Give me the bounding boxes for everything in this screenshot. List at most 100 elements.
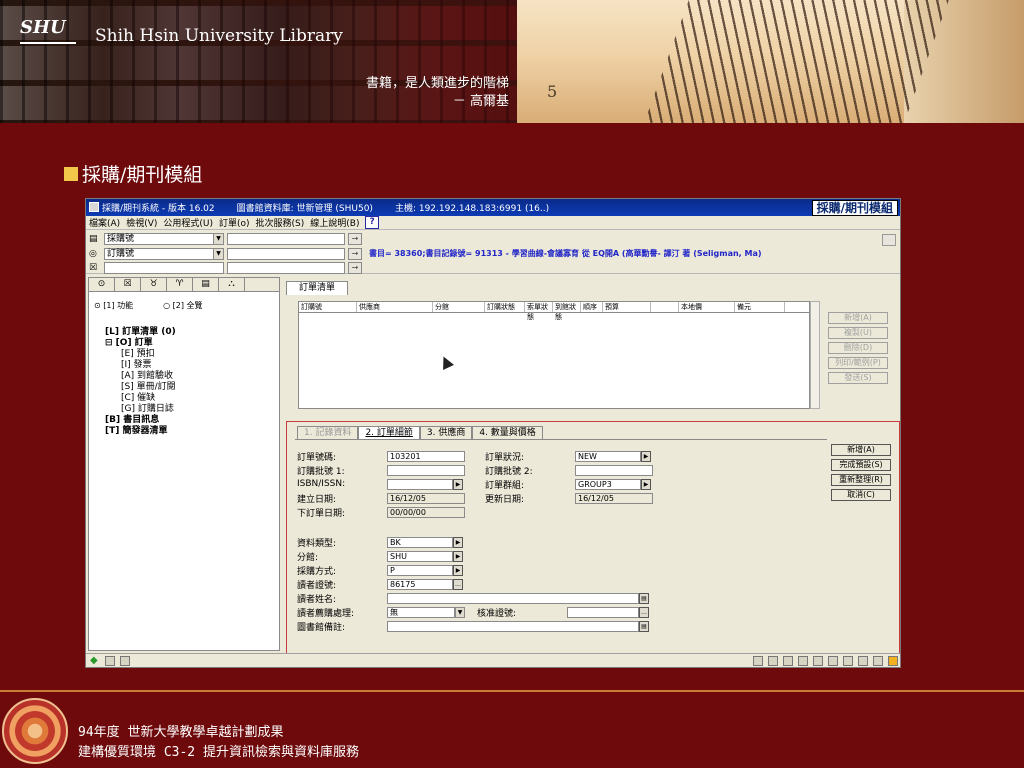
form-default-button[interactable]: 完成預設(S) — [831, 459, 891, 471]
tab-vendor[interactable]: 3. 供應商 — [419, 426, 473, 439]
play-icon[interactable]: ▶ — [453, 536, 463, 548]
column-header[interactable]: 供應商 — [357, 302, 433, 312]
menu-file[interactable]: 檔案(A) — [89, 216, 120, 229]
batch2-input[interactable] — [575, 464, 653, 476]
play-icon[interactable]: ▶ — [453, 550, 463, 562]
chevron-down-icon[interactable]: ▼ — [455, 606, 465, 618]
nav-tab-6[interactable]: ⛬ — [219, 278, 245, 291]
tree-item[interactable]: [C] 催缺 — [105, 393, 279, 404]
list-send-button[interactable]: 發送(S) — [828, 372, 888, 384]
nav-tab-5[interactable]: ▤ — [193, 278, 219, 291]
column-header[interactable]: 預算 — [603, 302, 651, 312]
material-input[interactable]: BK — [387, 536, 453, 548]
menu-view[interactable]: 檢視(V) — [126, 216, 157, 229]
nav-tab-3[interactable]: ♉ — [141, 278, 167, 291]
notes-icon[interactable]: ▤ — [639, 592, 649, 604]
list-scrollbar[interactable] — [810, 301, 820, 409]
search-input-3[interactable] — [104, 262, 224, 274]
menu-help[interactable]: 線上說明(B) — [310, 216, 359, 229]
play-icon[interactable]: ▶ — [453, 564, 463, 576]
list-print-button[interactable]: 列印/範例(P) — [828, 357, 888, 369]
tree-item[interactable]: [B] 書目訊息 — [105, 415, 279, 426]
column-header[interactable] — [651, 302, 679, 312]
toolbar-icon[interactable] — [798, 656, 808, 666]
radio-overview[interactable]: ○ [2] 全覽 — [163, 300, 202, 311]
play-icon[interactable]: ▶ — [641, 478, 651, 490]
menu-batch[interactable]: 批次服務(S) — [256, 216, 305, 229]
status-icon[interactable] — [105, 656, 115, 666]
method-input[interactable]: P — [387, 564, 453, 576]
chevron-down-icon[interactable]: ▼ — [213, 249, 223, 259]
printer-icon[interactable] — [873, 656, 883, 666]
column-header[interactable]: 訂購號 — [299, 302, 357, 312]
status-input[interactable]: NEW — [575, 450, 641, 462]
list-copy-button[interactable]: 複製(U) — [828, 327, 888, 339]
toolbar-icon[interactable] — [753, 656, 763, 666]
toolbar-icon[interactable] — [843, 656, 853, 666]
nav-tab-2[interactable]: ☒ — [115, 278, 141, 291]
search-input-2[interactable] — [227, 248, 345, 260]
nav-tab-1[interactable]: ⊙ — [89, 278, 115, 291]
nav-tab-4[interactable]: ♈ — [167, 278, 193, 291]
isbn-input[interactable] — [387, 478, 453, 490]
menu-utilities[interactable]: 公用程式(U) — [163, 216, 213, 229]
group-input[interactable]: GROUP3 — [575, 478, 641, 490]
toolbar-icon[interactable] — [858, 656, 868, 666]
column-header[interactable]: 備元 — [735, 302, 785, 312]
go-button-1[interactable]: → — [348, 233, 362, 245]
tree-item[interactable]: ⊟ [O] 訂單 — [105, 338, 279, 349]
list-delete-button[interactable]: 刪除(D) — [828, 342, 888, 354]
tree-item[interactable]: [I] 發票 — [105, 360, 279, 371]
play-icon[interactable]: ▶ — [453, 478, 463, 490]
search-input-4[interactable] — [227, 262, 345, 274]
toolbar-icon[interactable] — [828, 656, 838, 666]
library-note-input[interactable] — [387, 620, 639, 632]
branch-input[interactable]: SHU — [387, 550, 453, 562]
chevron-down-icon[interactable]: ▼ — [213, 234, 223, 244]
tree-item[interactable]: [E] 預扣 — [105, 349, 279, 360]
order-no-input[interactable]: 103201 — [387, 450, 465, 462]
column-header[interactable]: 索單狀態 — [525, 302, 553, 321]
form-cancel-button[interactable]: 取消(C) — [831, 489, 891, 501]
window-option-button[interactable] — [882, 234, 896, 246]
close-icon[interactable] — [888, 656, 898, 666]
column-header[interactable]: 順序 — [581, 302, 603, 312]
tab-order-list[interactable]: 訂單清單 — [286, 281, 349, 295]
patron-input[interactable]: 86175 — [387, 578, 453, 590]
list-add-button[interactable]: 新增(A) — [828, 312, 888, 324]
toolbar-icon[interactable] — [813, 656, 823, 666]
play-icon[interactable]: ▶ — [641, 450, 651, 462]
tree-item[interactable]: [T] 簡發器清單 — [105, 426, 279, 437]
column-header[interactable]: 本地價 — [679, 302, 735, 312]
tree-item[interactable]: [L] 訂單清單 (0) — [105, 327, 279, 338]
tree-item[interactable]: [S] 單冊/訂閱 — [105, 382, 279, 393]
search-combo-1[interactable]: 採購號 ▼ — [104, 233, 224, 245]
tab-quantity-price[interactable]: 4. 數量與價格 — [472, 426, 543, 439]
tab-record-data[interactable]: 1. 記錄資料 — [297, 426, 359, 439]
column-header[interactable]: 到館狀態 — [553, 302, 581, 321]
handling-select[interactable]: 無 — [387, 606, 455, 618]
notes-icon[interactable]: ▤ — [639, 620, 649, 632]
search-combo-2[interactable]: 訂購號 ▼ — [104, 248, 224, 260]
column-header[interactable]: 訂購狀態 — [485, 302, 525, 312]
approve-input[interactable] — [567, 606, 639, 618]
patron-name-input[interactable] — [387, 592, 639, 604]
status-icon[interactable] — [120, 656, 130, 666]
menu-order[interactable]: 訂單(o) — [219, 216, 250, 229]
help-button[interactable]: ? — [365, 216, 379, 229]
tree-item[interactable]: [A] 到館驗收 — [105, 371, 279, 382]
radio-function[interactable]: ⊙ [1] 功能 — [94, 300, 133, 311]
tree-item[interactable]: [G] 訂購日誌 — [105, 404, 279, 415]
tab-order-detail[interactable]: 2. 訂單細節 — [358, 426, 420, 439]
ellipsis-icon[interactable]: … — [639, 606, 649, 618]
ellipsis-icon[interactable]: … — [453, 578, 463, 590]
toolbar-icon[interactable] — [768, 656, 778, 666]
search-input-1[interactable] — [227, 233, 345, 245]
go-button-3[interactable]: → — [348, 262, 362, 274]
column-header[interactable]: 分館 — [433, 302, 485, 312]
go-button-2[interactable]: → — [348, 248, 362, 260]
batch1-input[interactable] — [387, 464, 465, 476]
form-refresh-button[interactable]: 重新整理(R) — [831, 474, 891, 486]
toolbar-icon[interactable] — [783, 656, 793, 666]
form-add-button[interactable]: 新增(A) — [831, 444, 891, 456]
